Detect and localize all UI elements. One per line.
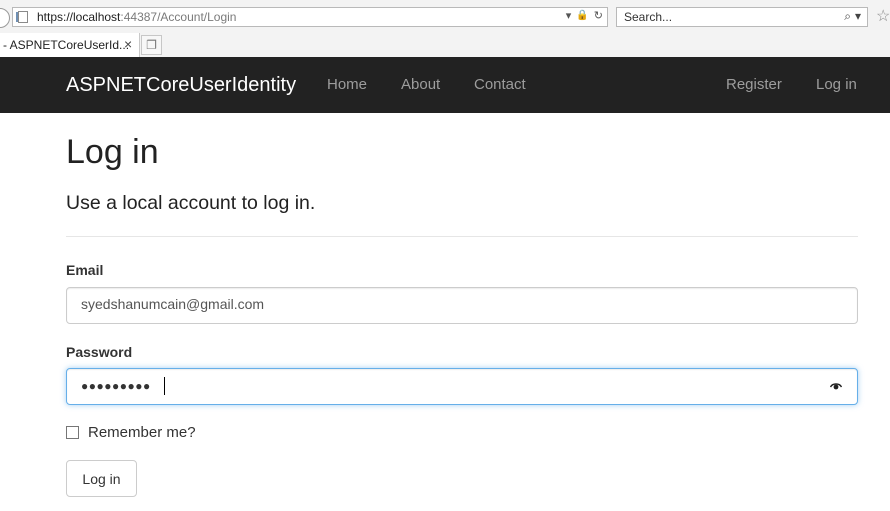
refresh-icon[interactable]: ↻	[594, 9, 603, 22]
remember-me-checkbox[interactable]	[66, 426, 79, 439]
nav-home[interactable]: Home	[327, 76, 367, 93]
reveal-password-icon[interactable]	[830, 380, 842, 392]
login-button[interactable]: Log in	[66, 460, 137, 497]
tab-title: - ASPNETCoreUserId...	[3, 38, 130, 52]
address-bar[interactable]: https://localhost:44387/Account/Login ▾ …	[12, 7, 608, 27]
page-subtitle: Use a local account to log in.	[66, 192, 316, 214]
page-icon	[16, 11, 28, 23]
lock-icon[interactable]: 🔒	[576, 10, 588, 21]
password-label: Password	[66, 344, 133, 360]
email-value: syedshanumcain@gmail.com	[81, 296, 265, 312]
new-tab-icon: ❐	[146, 38, 157, 52]
browser-chrome: https://localhost:44387/Account/Login ▾ …	[0, 0, 890, 57]
search-box[interactable]: Search... ⌕ ▾	[616, 7, 868, 27]
nav-contact[interactable]: Contact	[474, 76, 526, 93]
email-field[interactable]: syedshanumcain@gmail.com	[66, 287, 858, 324]
password-field[interactable]: ●●●●●●●●●	[66, 368, 858, 405]
address-url[interactable]: https://localhost:44387/Account/Login	[37, 10, 236, 24]
close-icon[interactable]: ×	[124, 36, 132, 52]
divider	[66, 236, 858, 237]
site-navbar: ASPNETCoreUserIdentity Home About Contac…	[0, 57, 890, 113]
nav-about[interactable]: About	[401, 76, 440, 93]
nav-login[interactable]: Log in	[816, 76, 857, 93]
browser-tab[interactable]: - ASPNETCoreUserId... ×	[0, 33, 140, 57]
search-icon[interactable]: ⌕	[844, 9, 851, 24]
password-mask: ●●●●●●●●●	[81, 379, 151, 393]
text-caret	[164, 377, 165, 395]
search-input[interactable]: Search...	[624, 10, 672, 24]
back-button[interactable]	[0, 8, 10, 28]
email-label: Email	[66, 262, 104, 278]
favorites-star-icon[interactable]: ☆	[876, 6, 890, 26]
remember-me-label[interactable]: Remember me?	[88, 424, 196, 441]
page-title: Log in	[66, 133, 159, 171]
brand-link[interactable]: ASPNETCoreUserIdentity	[66, 74, 296, 97]
nav-register[interactable]: Register	[726, 76, 782, 93]
dropdown-icon[interactable]: ▾	[566, 9, 572, 22]
new-tab-button[interactable]: ❐	[141, 35, 162, 55]
search-dropdown-icon[interactable]: ▾	[855, 9, 861, 24]
